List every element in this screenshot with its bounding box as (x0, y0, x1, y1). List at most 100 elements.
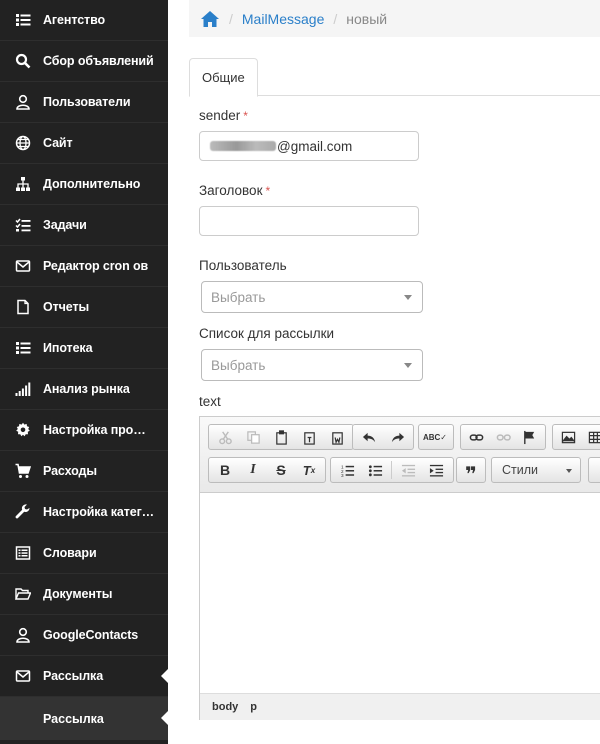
anchor-flag-icon[interactable] (516, 426, 543, 448)
sidebar-item[interactable]: Настройка проф… (0, 410, 168, 451)
table-icon[interactable] (582, 426, 600, 448)
sidebar-item[interactable]: Сбор объявлений (0, 41, 168, 82)
sidebar-item[interactable]: Редактор cron ов (0, 246, 168, 287)
paste-text-icon[interactable] (295, 426, 323, 448)
required-mark: * (243, 109, 248, 123)
cut-icon[interactable] (211, 426, 239, 448)
wrench-icon (14, 503, 32, 521)
sidebar-item[interactable]: Задачи (0, 205, 168, 246)
list-indent-group: 123 (330, 457, 454, 483)
sitemap-icon (14, 175, 32, 193)
path-body[interactable]: body (212, 701, 238, 713)
file-icon (14, 298, 32, 316)
mailing-list-placeholder: Выбрать (211, 357, 266, 373)
book-icon (14, 544, 32, 562)
user-icon (14, 626, 32, 644)
title-input[interactable] (199, 206, 419, 236)
sidebar-item-label: Ипотека (43, 341, 93, 355)
strikethrough-icon[interactable]: S (267, 459, 295, 481)
tab-bar: Общие (189, 58, 600, 97)
sender-input[interactable]: @gmail.com (199, 131, 419, 161)
sidebar-item[interactable]: Отчеты (0, 287, 168, 328)
sidebar-item-label: Агентство (43, 13, 106, 27)
link-group (460, 424, 546, 450)
sidebar-item-label: Пользователи (43, 95, 131, 109)
redacted-text (210, 141, 276, 151)
sidebar-item[interactable]: Дополнительно (0, 164, 168, 205)
breadcrumb-separator: / (229, 10, 233, 27)
undo-group (352, 424, 414, 450)
image-icon[interactable] (555, 426, 582, 448)
sidebar-item-label: Сайт (43, 136, 73, 150)
chevron-down-icon (404, 295, 412, 300)
bold-icon[interactable]: B (211, 459, 239, 481)
sidebar-item-label: Редактор cron ов (43, 259, 149, 273)
spellcheck-icon[interactable]: ABC✓ (421, 426, 449, 448)
path-p[interactable]: p (250, 701, 257, 713)
format-dropdown-edge[interactable] (588, 457, 600, 483)
svg-text:3: 3 (340, 473, 343, 478)
sidebar-item-label: Настройка катег… (43, 505, 155, 519)
tasks-icon (14, 216, 32, 234)
blockquote-group: ❞ (456, 457, 486, 486)
link-icon[interactable] (463, 426, 490, 448)
main-content: / MailMessage / новый Общие sender * @gma… (168, 0, 600, 744)
user-label: Пользователь (199, 258, 287, 273)
sidebar-item-label: Задачи (43, 218, 87, 232)
editor-content-area[interactable] (200, 493, 600, 693)
insert-group (552, 424, 600, 450)
redo-icon[interactable] (383, 426, 411, 448)
user-select[interactable]: Выбрать (201, 281, 423, 313)
sidebar-item[interactable]: GoogleContacts (0, 615, 168, 656)
sidebar-item[interactable]: Расходы (0, 451, 168, 492)
copy-icon[interactable] (239, 426, 267, 448)
sidebar-item[interactable]: Пользователи (0, 82, 168, 123)
outdent-icon[interactable] (394, 459, 422, 481)
title-label-text: Заголовок (199, 183, 263, 198)
styles-dropdown[interactable]: Стили (491, 457, 581, 483)
paste-icon[interactable] (267, 426, 295, 448)
chevron-down-icon (404, 363, 412, 368)
list-label: Список для рассылки (199, 326, 335, 341)
sidebar-item[interactable]: Ипотека (0, 328, 168, 369)
sidebar-item[interactable]: Агентство (0, 0, 168, 41)
clipboard-group (208, 424, 354, 450)
home-icon[interactable] (200, 10, 220, 28)
mailing-list-select[interactable]: Выбрать (201, 349, 423, 381)
bullet-list-icon[interactable] (361, 459, 389, 481)
numbered-list-icon[interactable]: 123 (333, 459, 361, 481)
breadcrumb-separator: / (333, 10, 338, 27)
basic-styles-group: B I S Tx (208, 457, 326, 483)
sidebar-item[interactable]: Документы (0, 574, 168, 615)
sender-label: sender * (199, 108, 248, 123)
sidebar-item[interactable]: Сайт (0, 123, 168, 164)
remove-format-icon[interactable]: Tx (295, 459, 323, 481)
sender-label-text: sender (199, 108, 241, 123)
sidebar-item[interactable]: Настройка катег… (0, 492, 168, 533)
cart-icon (14, 462, 32, 480)
sidebar-item-label: Словари (43, 546, 97, 560)
blockquote-icon[interactable]: ❞ (459, 459, 483, 486)
spellcheck-group: ABC✓ (418, 424, 454, 450)
sidebar-item-label: Документы (43, 587, 113, 601)
user-icon (14, 93, 32, 111)
signal-icon (14, 380, 32, 398)
sidebar-item-label: GoogleContacts (43, 628, 139, 642)
sidebar-item[interactable]: Анализ рынка (0, 369, 168, 410)
sidebar-subitem-mailing[interactable]: Рассылка (0, 697, 168, 740)
breadcrumb-mailmessage-link[interactable]: MailMessage (242, 11, 324, 27)
sidebar-item[interactable]: Рассылка (0, 656, 168, 697)
tab-general[interactable]: Общие (189, 58, 258, 97)
sidebar-item-label: Расходы (43, 464, 97, 478)
sidebar-item[interactable]: Словари (0, 533, 168, 574)
editor-elements-path: body p (200, 693, 600, 720)
envelope-icon (14, 667, 32, 685)
italic-icon[interactable]: I (239, 459, 267, 481)
unlink-icon[interactable] (490, 426, 517, 448)
sidebar-item-label: Настройка проф… (43, 423, 155, 437)
paste-word-icon[interactable] (323, 426, 351, 448)
styles-dropdown-label: Стили (502, 463, 539, 477)
undo-icon[interactable] (355, 426, 383, 448)
indent-icon[interactable] (422, 459, 450, 481)
required-mark: * (265, 184, 271, 198)
